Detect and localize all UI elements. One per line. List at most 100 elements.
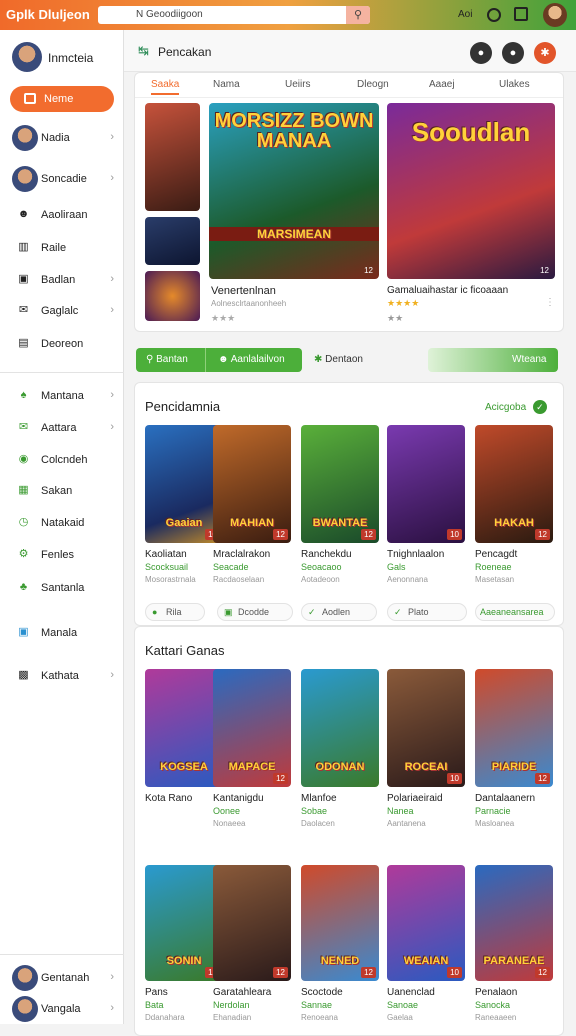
search-icon[interactable]: ⚲ (346, 6, 370, 24)
sidebar-item-1[interactable]: Soncadie › (0, 166, 124, 192)
sidebar-item-12[interactable]: ⚙ Fenles (0, 542, 124, 568)
sidebar-item-15[interactable]: ▩ Kathata › (0, 663, 124, 689)
game-card-image[interactable]: SONIN12 (145, 865, 223, 981)
sidebar-item-17[interactable]: Vangala › (0, 996, 124, 1022)
game-card-image[interactable]: NENED 12 (301, 865, 379, 981)
sidebar-item-9[interactable]: ◉ Colcndeh (0, 447, 124, 473)
game-meta: Masetasan (475, 575, 515, 584)
settings-icon[interactable]: ✱ (534, 42, 556, 64)
chevron-right-icon: › (110, 669, 114, 681)
game-card-image[interactable]: Gaaian10 (145, 425, 223, 543)
thumb-3[interactable] (145, 271, 200, 321)
top-label[interactable]: Aoi (458, 9, 472, 20)
game-card-image[interactable]: 10 (387, 425, 465, 543)
tag-chip[interactable]: ▣ Dcodde (217, 603, 293, 621)
game-subtitle: Sannae (301, 1000, 333, 1010)
sidebar-item-3[interactable]: ▥ Raile (0, 235, 124, 261)
filter-button-4[interactable]: Wteana (428, 348, 558, 372)
chart-icon: ▥ (18, 241, 29, 253)
game-art-text: HAKAH (494, 517, 534, 529)
filter-button-2[interactable]: ☻ Aanlalailvon (208, 348, 302, 372)
sidebar-item-6[interactable]: ▤ Deoreon (0, 331, 124, 357)
filter-button-3-label: ✱ Dentaon (314, 354, 363, 365)
tag-chip[interactable]: ✓ Plato (387, 603, 467, 621)
game-card-image[interactable]: ODONAN (301, 669, 379, 787)
message-icon[interactable]: ● (502, 42, 524, 64)
sidebar-item-label: Santanla (41, 582, 85, 594)
filter-button-1[interactable]: ⚲ Bantan (136, 348, 206, 372)
notification-icon[interactable]: ● (470, 42, 492, 64)
calendar-icon: ▦ (18, 484, 29, 496)
sidebar-item-label: Mantana (41, 390, 84, 402)
user-avatar[interactable] (543, 3, 567, 27)
tab-2[interactable]: Ueiirs (285, 79, 311, 90)
sidebar-item-14[interactable]: ▣ Manala (0, 620, 124, 646)
game-meta: Raneaaeen (475, 1013, 517, 1022)
age-badge: 10 (447, 967, 462, 978)
sidebar-item-4[interactable]: ▣ Badlan › (0, 267, 124, 293)
sidebar-item-13[interactable]: ♣ Santanla (0, 575, 124, 601)
thumb-1[interactable] (145, 103, 200, 211)
chat-icon[interactable] (487, 8, 501, 22)
game-meta: Masloanea (475, 819, 515, 828)
game-meta: Ehanadian (213, 1013, 252, 1022)
game-card-image[interactable]: KOGSEA (145, 669, 223, 787)
hero-1-image[interactable]: MORSIZZ BOWN MANAA MARSIMEAN 12 (209, 103, 379, 279)
game-art-text: PARANEAE (483, 955, 545, 967)
hero-2-image[interactable]: Sooudlan 12 (387, 103, 555, 279)
game-card-image[interactable]: PARANEAE 12 (475, 865, 553, 981)
tab-3[interactable]: Dleogn (357, 79, 389, 90)
mail-icon: ✉ (18, 421, 29, 433)
sidebar-item-7[interactable]: ♠ Mantana › (0, 383, 124, 409)
tab-1[interactable]: Nama (213, 79, 240, 90)
game-title: Penalaon (475, 987, 518, 998)
search-input[interactable]: N Geoodiigoon ⚲ (98, 6, 370, 24)
game-card-image[interactable]: MAHIAN 12 (213, 425, 291, 543)
game-title: Tnighnlaalon (387, 549, 445, 560)
game-card-image[interactable]: WEAIAN 10 (387, 865, 465, 981)
chevron-right-icon: › (110, 421, 114, 433)
sidebar-item-11[interactable]: ◷ Natakaid (0, 510, 124, 536)
game-art-text: Gaaian (165, 517, 203, 529)
sidebar-item-label: Vangala (41, 1003, 81, 1015)
sidebar-item-home[interactable]: Neme (10, 86, 114, 112)
tag-chip[interactable]: ● Rila (145, 603, 205, 621)
app-logo[interactable]: Gplk Dluljeon (6, 7, 90, 22)
age-badge: 12 (535, 773, 550, 784)
sidebar-item-2[interactable]: ☻ Aaoliraan (0, 202, 124, 228)
sidebar-item-16[interactable]: Gentanah › (0, 965, 124, 991)
home-label: Neme (44, 93, 74, 105)
game-subtitle: Sobae (301, 806, 328, 816)
sidebar-profile[interactable]: Inmcteia (0, 42, 124, 72)
tag-chip[interactable]: ✓ Aodlen (301, 603, 377, 621)
group-icon: ♣ (19, 581, 28, 593)
chevron-right-icon: › (110, 1002, 114, 1014)
game-title: Garatahleara (213, 987, 272, 998)
sidebar-item-0[interactable]: Nadia › (0, 125, 124, 151)
game-card-image[interactable]: MAPACE 12 (213, 669, 291, 787)
thumb-2[interactable] (145, 217, 200, 265)
game-card-image[interactable]: BWANTAE 12 (301, 425, 379, 543)
sidebar-item-5[interactable]: ✉ Gaglalc › (0, 298, 124, 324)
game-title: Dantalaanern (475, 793, 536, 804)
game-card-image[interactable]: HAKAH 12 (475, 425, 553, 543)
game-card-image[interactable]: PIARIDE 12 (475, 669, 553, 787)
tab-5[interactable]: Ulakes (499, 79, 530, 90)
sidebar-item-8[interactable]: ✉ Aattara › (0, 415, 124, 441)
tab-4[interactable]: Aaaej (429, 79, 455, 90)
collapse-icon[interactable]: ↹ (138, 43, 149, 59)
popular-link-label: Acicgoba (485, 402, 527, 413)
game-card-image[interactable]: 12 (213, 865, 291, 981)
more-icon[interactable]: ⋮ (545, 297, 555, 308)
profile-avatar (12, 42, 42, 72)
game-art-text: NENED (320, 955, 360, 967)
filter-button-3[interactable]: ✱ Dentaon (308, 348, 428, 372)
game-card-image[interactable]: ROCEAI 10 (387, 669, 465, 787)
sidebar-item-label: Nadia (41, 132, 70, 144)
game-art-text: WEAIAN (403, 955, 449, 967)
tag-chip[interactable]: Aaeaneansarea (475, 603, 555, 621)
tab-0[interactable]: Saaka (151, 79, 180, 95)
popular-link[interactable]: Acicgoba ✓ (485, 400, 547, 414)
sidebar-item-10[interactable]: ▦ Sakan (0, 478, 124, 504)
grid-icon[interactable] (514, 7, 528, 21)
